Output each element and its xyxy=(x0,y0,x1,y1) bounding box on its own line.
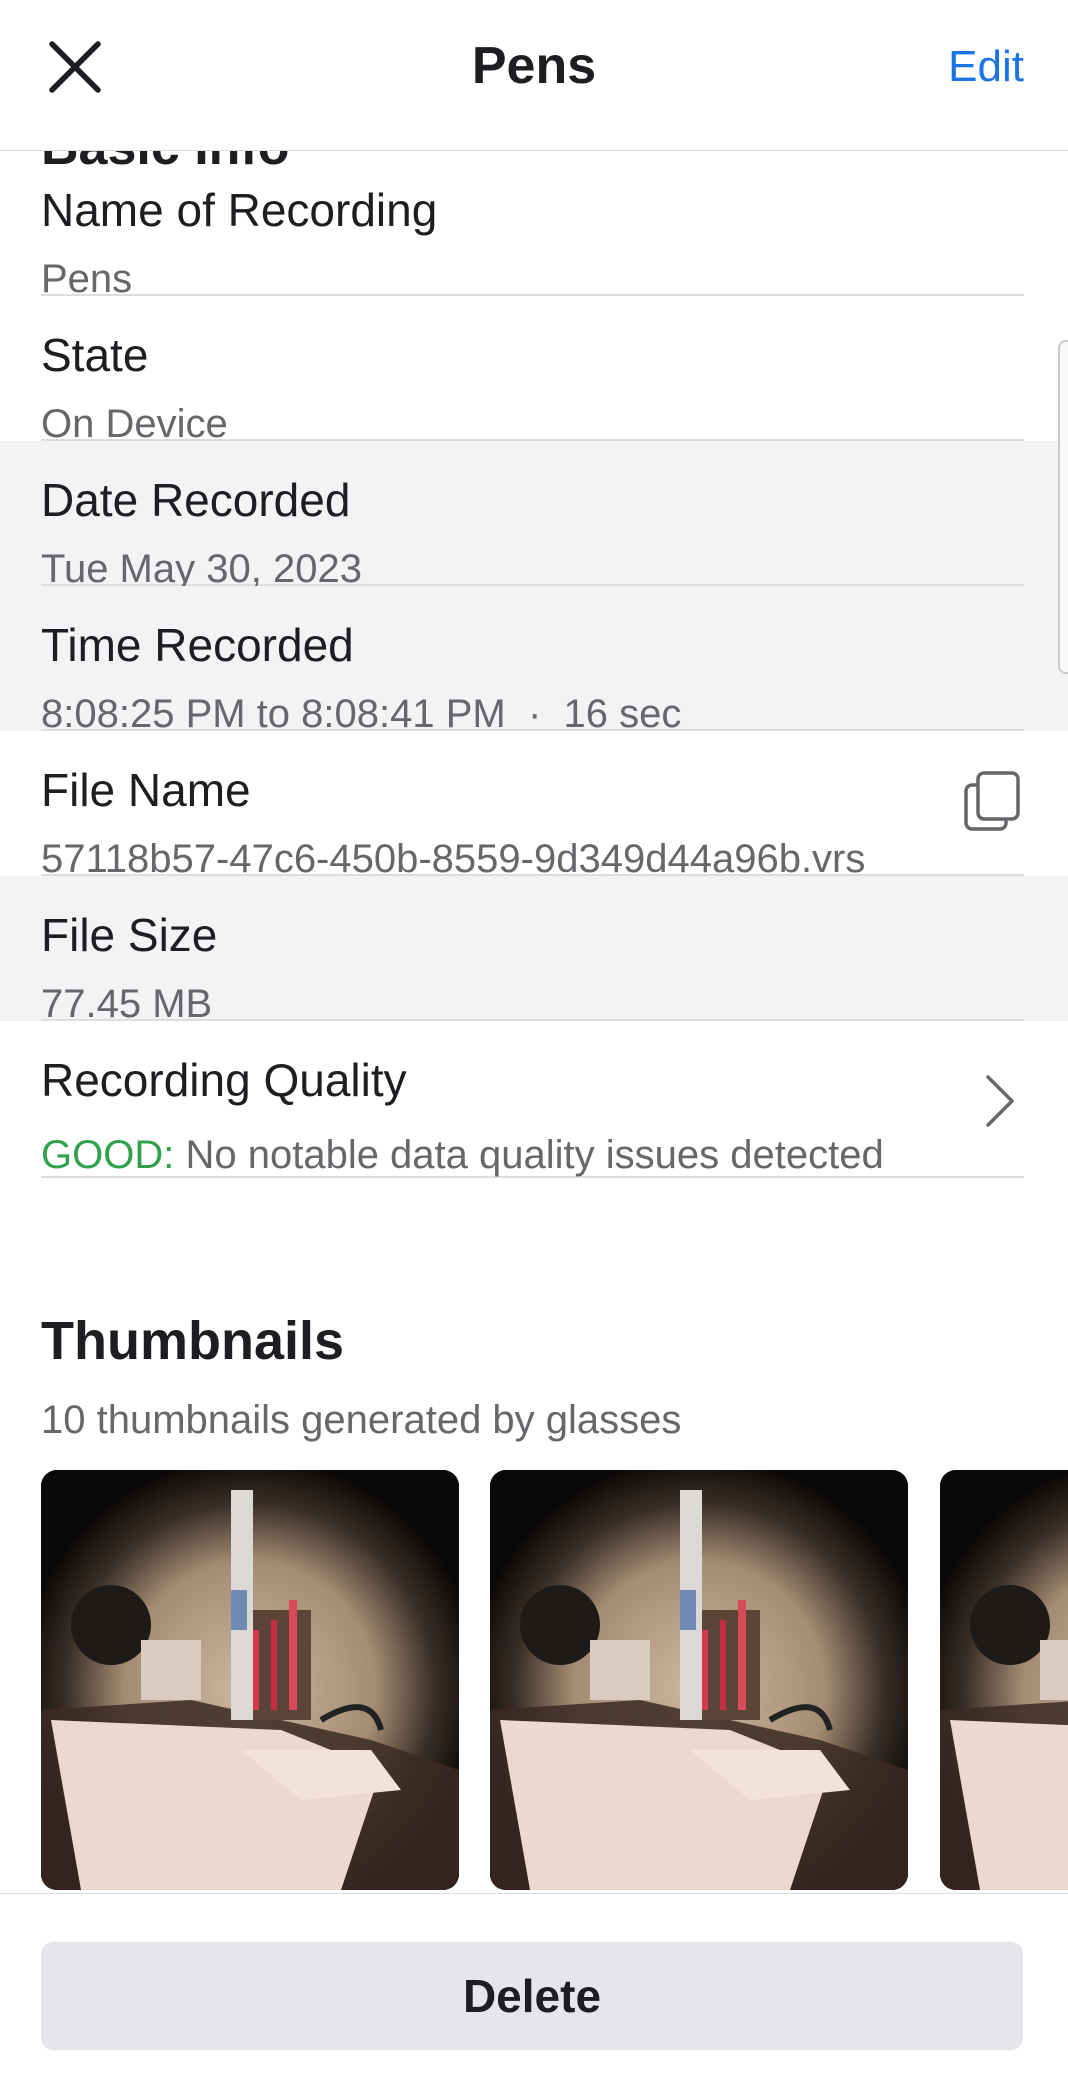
thumbnail-image[interactable] xyxy=(940,1470,1068,1890)
detail-row-time: Time Recorded 8:08:25 PM to 8:08:41 PM ·… xyxy=(0,586,1068,736)
thumbnail-image[interactable] xyxy=(41,1470,459,1890)
detail-label: File Name xyxy=(41,764,251,816)
detail-label: Recording Quality xyxy=(41,1054,407,1106)
edit-button[interactable]: Edit xyxy=(948,42,1024,92)
detail-row-name: Name of Recording Pens xyxy=(0,151,1068,301)
page-title: Pens xyxy=(471,37,597,95)
quality-value: GOOD: No notable data quality issues det… xyxy=(41,1135,884,1175)
quality-status: GOOD: xyxy=(41,1133,175,1177)
detail-row-file-name: File Name 57118b57-47c6-450b-8559-9d349d… xyxy=(0,731,1068,881)
detail-row-quality[interactable]: Recording Quality GOOD: No notable data … xyxy=(0,1021,1068,1178)
delete-button[interactable]: Delete xyxy=(41,1942,1023,2050)
detail-label: Name of Recording xyxy=(41,184,438,236)
detail-label: Time Recorded xyxy=(41,619,354,671)
detail-value: 77.45 MB xyxy=(41,982,213,1026)
thumbnail-photo xyxy=(41,1470,459,1890)
detail-value: 57118b57-47c6-450b-8559-9d349d44a96b.vrs xyxy=(41,837,866,881)
scrollbar[interactable] xyxy=(1058,340,1068,674)
detail-label: Date Recorded xyxy=(41,474,351,526)
bottom-bar: Delete xyxy=(0,1893,1068,2098)
detail-value: Pens xyxy=(41,257,133,301)
detail-label: State xyxy=(41,329,149,381)
quality-chevron[interactable] xyxy=(982,1071,1018,1131)
thumbnails-title: Thumbnails xyxy=(41,1311,345,1371)
detail-value: Tue May 30, 2023 xyxy=(41,547,362,591)
thumbnail-photo xyxy=(940,1470,1068,1890)
copy-button[interactable] xyxy=(962,769,1024,833)
detail-value: On Device xyxy=(41,402,228,446)
detail-row-file-size: File Size 77.45 MB xyxy=(0,876,1068,1026)
copy-icon xyxy=(964,771,1020,831)
thumbnail-photo xyxy=(490,1470,908,1890)
recording-details-screen: Pens Edit Basic Info Name of Recording P… xyxy=(0,0,1068,2098)
top-bar: Pens Edit xyxy=(0,0,1068,151)
detail-row-date: Date Recorded Tue May 30, 2023 xyxy=(0,441,1068,591)
thumbnails-subtitle: 10 thumbnails generated by glasses xyxy=(41,1398,682,1442)
detail-row-state: State On Device xyxy=(0,296,1068,446)
thumbnail-image[interactable] xyxy=(490,1470,908,1890)
chevron-right-icon xyxy=(986,1075,1014,1127)
detail-label: File Size xyxy=(41,909,218,961)
detail-value: 8:08:25 PM to 8:08:41 PM · 16 sec xyxy=(41,692,682,736)
quality-description: No notable data quality issues detected xyxy=(185,1133,884,1177)
